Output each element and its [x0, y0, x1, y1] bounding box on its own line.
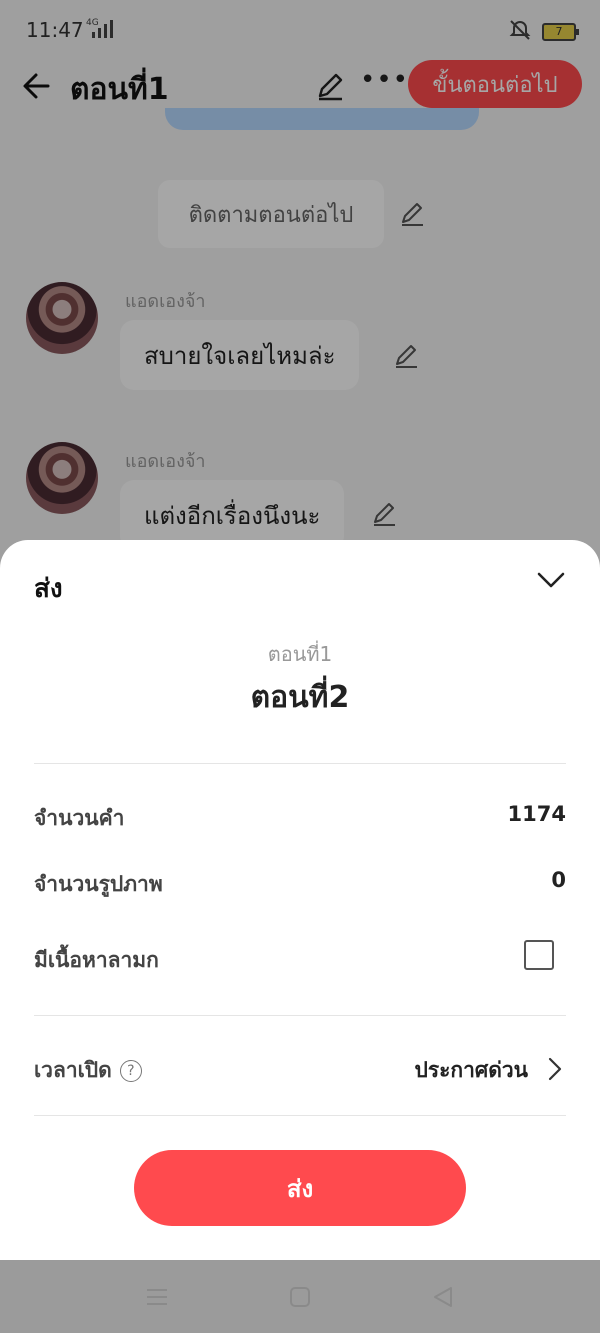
back-triangle-icon[interactable] — [432, 1286, 454, 1312]
sheet-title: ส่ง — [34, 574, 63, 604]
divider — [34, 1015, 566, 1016]
open-time-value[interactable]: ประกาศด่วน — [414, 1054, 528, 1087]
home-icon[interactable] — [289, 1286, 311, 1312]
menu-icon[interactable] — [146, 1286, 168, 1312]
explicit-content-checkbox[interactable] — [524, 940, 554, 970]
open-time-label-text: เวลาเปิด — [34, 1058, 112, 1082]
open-time-label: เวลาเปิด? — [34, 1054, 142, 1087]
chevron-right-icon[interactable] — [548, 1057, 562, 1085]
send-button[interactable]: ส่ง — [134, 1150, 466, 1226]
system-nav-bar — [0, 1260, 600, 1333]
image-count-value: 0 — [551, 868, 566, 892]
divider — [34, 1115, 566, 1116]
to-episode: ตอนที่2 — [250, 680, 350, 715]
image-count-label: จำนวนรูปภาพ — [34, 872, 163, 896]
divider — [34, 763, 566, 764]
word-count-value: 1174 — [507, 802, 566, 826]
from-episode: ตอนที่1 — [267, 642, 333, 666]
chevron-down-icon[interactable] — [536, 570, 566, 594]
help-icon[interactable]: ? — [119, 1060, 142, 1082]
explicit-content-label: มีเนื้อหาลามก — [34, 948, 159, 972]
submit-sheet: ส่ง ตอนที่1 ตอนที่2 จำนวนคำ 1174 จำนวนรู… — [0, 540, 600, 1260]
word-count-label: จำนวนคำ — [34, 806, 125, 830]
